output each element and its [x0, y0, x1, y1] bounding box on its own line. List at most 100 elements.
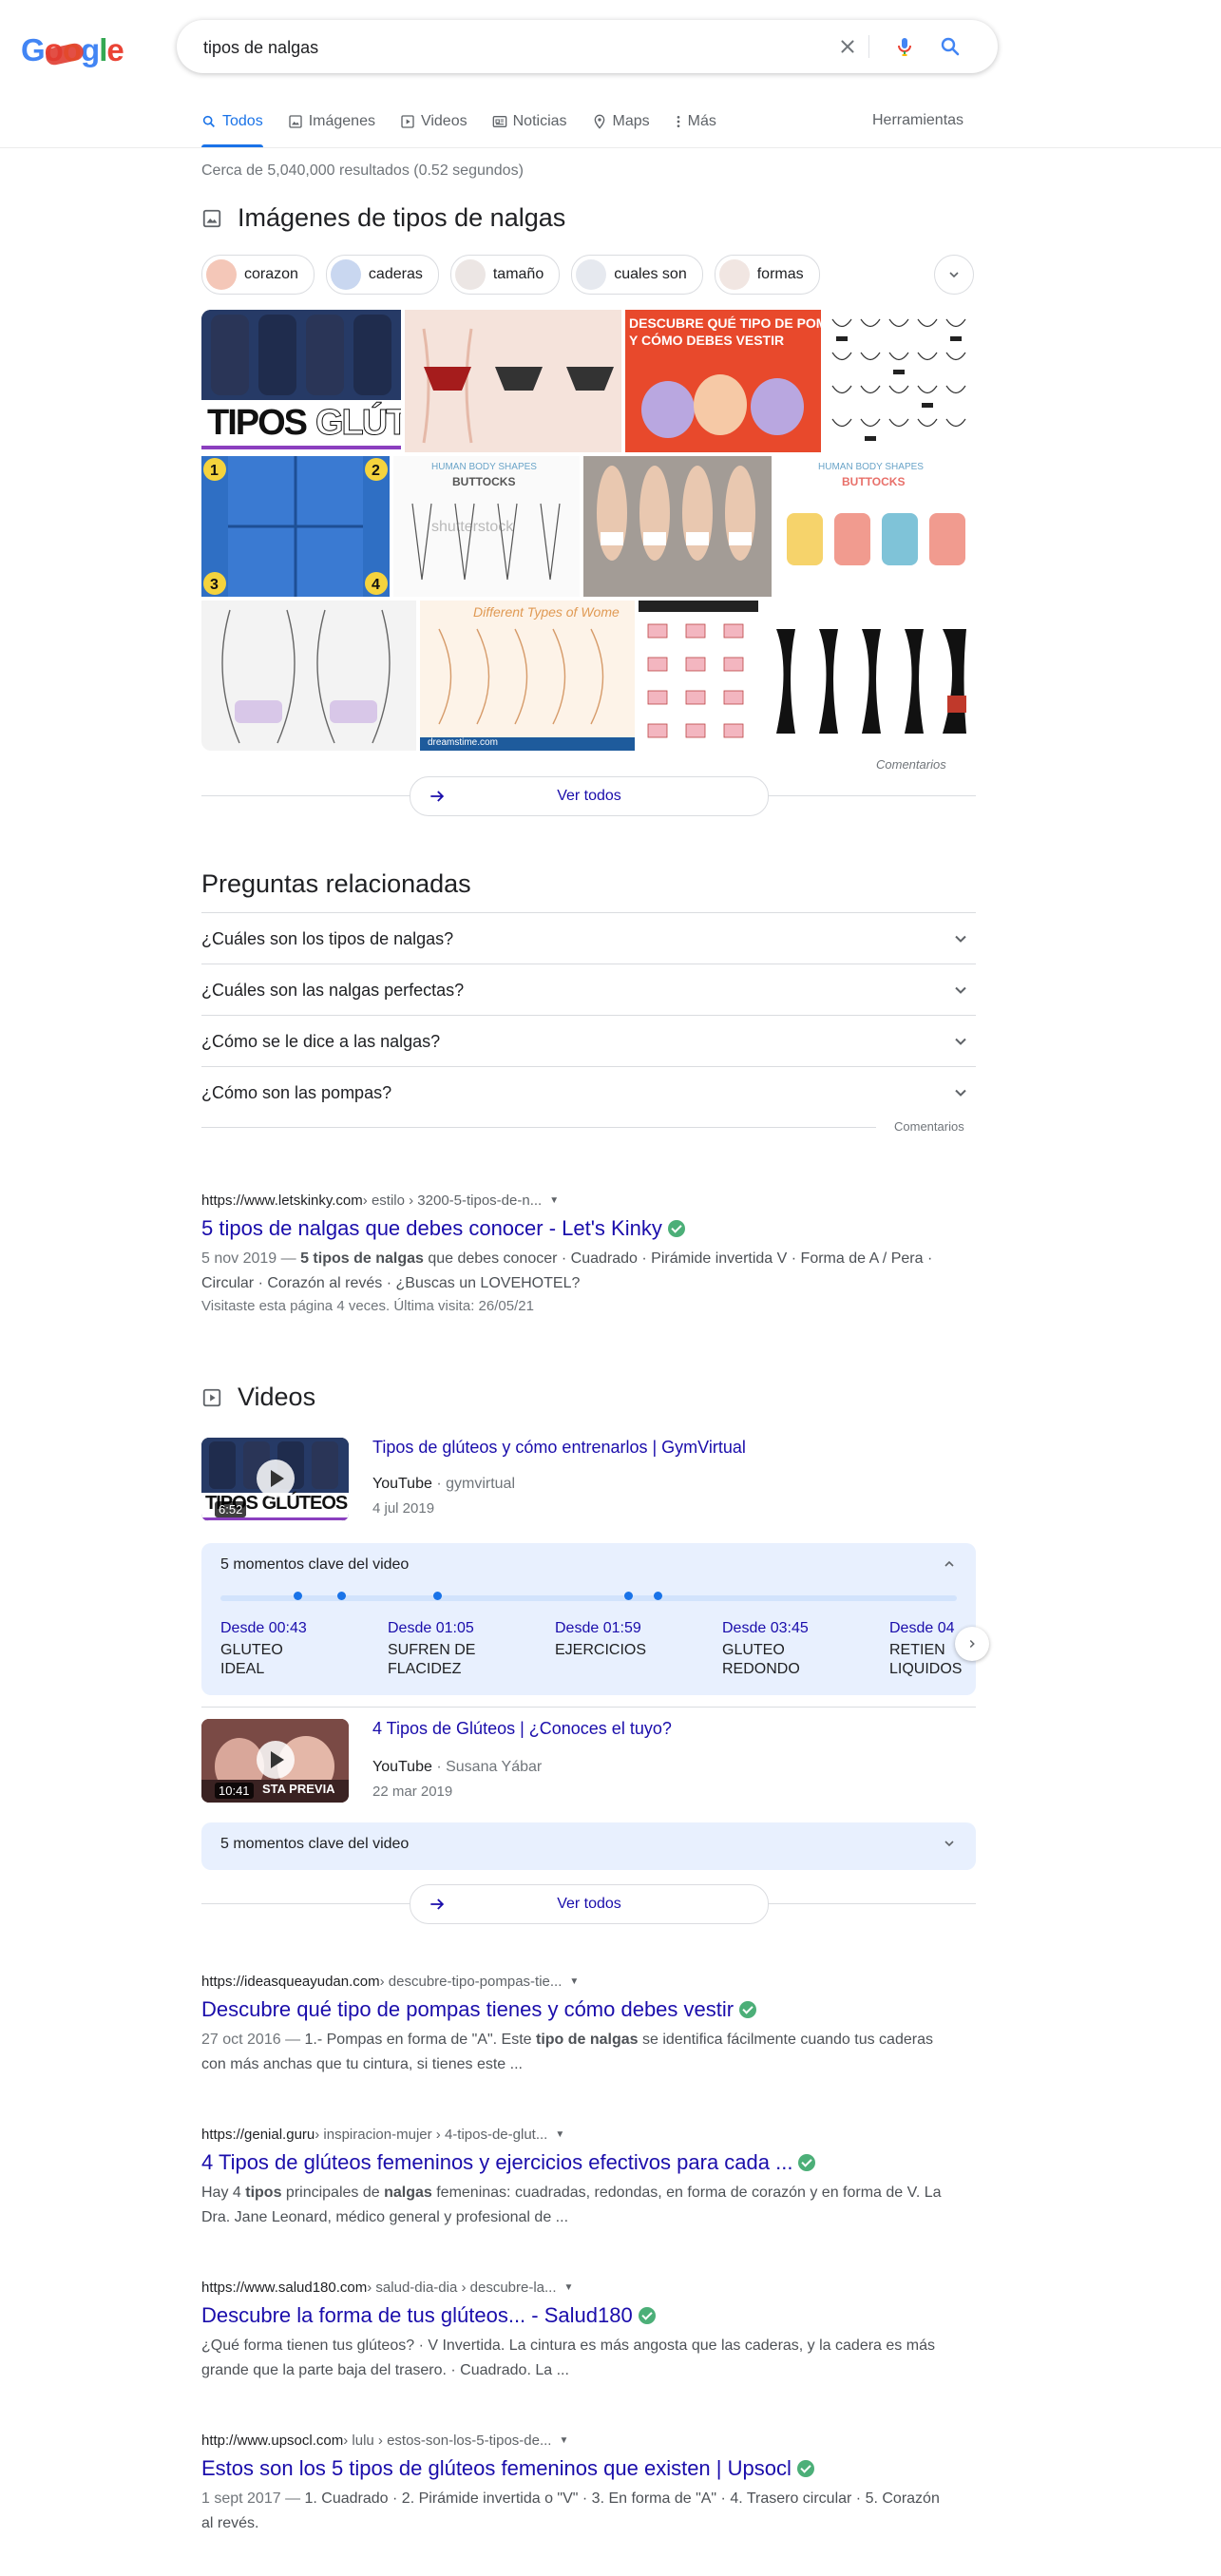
- snippet-text: 1.- Pompas en forma de "A". Este: [304, 2032, 536, 2048]
- paa-question[interactable]: ¿Cómo son las pompas?: [201, 1066, 976, 1118]
- close-icon[interactable]: [834, 33, 861, 60]
- key-moment[interactable]: Desde 01:05 SUFREN DE FLACIDEZ: [388, 1620, 540, 1679]
- button-label: Ver todos: [557, 788, 621, 804]
- see-all-images-button[interactable]: Ver todos: [410, 776, 769, 816]
- image-result[interactable]: DESCUBRE QUÉ TIPO DE POMPAS TI Y CÓMO DE…: [625, 310, 821, 452]
- moments-next-button[interactable]: [955, 1627, 989, 1661]
- result-url[interactable]: https://genial.guru › inspiracion-mujer …: [201, 2127, 943, 2143]
- result-snippet: 27 oct 2016 — 1.- Pompas en forma de "A"…: [201, 2028, 943, 2077]
- snippet-bold: nalgas: [384, 2185, 432, 2201]
- chip-caderas[interactable]: caderas: [325, 255, 439, 295]
- moment-desc: SUFREN DE FLACIDEZ: [388, 1642, 476, 1677]
- video-title-link[interactable]: 4 Tipos de Glúteos | ¿Conoces el tuyo?: [372, 1719, 672, 1739]
- result-path: › lulu › estos-son-los-5-tipos-de...: [343, 2433, 552, 2449]
- image-result[interactable]: [583, 456, 772, 597]
- key-moments-panel[interactable]: 5 momentos clave del video: [201, 1822, 976, 1870]
- watermark: shutterstock: [431, 519, 514, 535]
- timeline-marker[interactable]: [337, 1592, 346, 1600]
- image-chips: corazon caderas tamaño cuales son formas: [201, 255, 831, 295]
- search-result: https://www.salud180.com › salud-dia-dia…: [201, 2280, 943, 2383]
- image-result[interactable]: [825, 310, 976, 452]
- result-title-link[interactable]: Descubre qué tipo de pompas tienes y cóm…: [201, 1997, 943, 2022]
- caret-down-icon[interactable]: ▼: [569, 1976, 579, 1987]
- chip-formas[interactable]: formas: [714, 255, 820, 295]
- caret-down-icon[interactable]: ▼: [564, 2282, 574, 2293]
- chevron-down-icon: [955, 1089, 966, 1097]
- search-icon: [202, 115, 215, 127]
- video-date: 22 mar 2019: [372, 1784, 453, 1800]
- result-title-link[interactable]: Estos son los 5 tipos de glúteos femenin…: [201, 2456, 943, 2481]
- paa-question[interactable]: ¿Cómo se le dice a las nalgas?: [201, 1015, 976, 1067]
- result-url[interactable]: https://www.letskinky.com › estilo › 320…: [201, 1193, 943, 1209]
- image-result[interactable]: [201, 601, 416, 751]
- feedback-link[interactable]: Comentarios: [876, 757, 946, 772]
- result-url[interactable]: http://www.upsocl.com › lulu › estos-son…: [201, 2433, 943, 2449]
- mic-icon[interactable]: [891, 33, 918, 60]
- image-result[interactable]: [639, 601, 758, 751]
- key-moment[interactable]: Desde 03:45 GLUTEO REDONDO: [722, 1620, 874, 1679]
- result-url[interactable]: https://ideasqueayudan.com › descubre-ti…: [201, 1974, 943, 1990]
- result-stats: Cerca de 5,040,000 resultados (0.52 segu…: [201, 162, 524, 179]
- video-source: YouTube · Susana Yábar: [372, 1759, 542, 1776]
- result-title-link[interactable]: 4 Tipos de glúteos femeninos y ejercicio…: [201, 2150, 943, 2175]
- chevron-right-icon: [969, 1639, 975, 1649]
- image-result[interactable]: HUMAN BODY SHAPES BUTTOCKS: [775, 456, 976, 597]
- result-path: › descubre-tipo-pompas-tie...: [379, 1974, 563, 1990]
- key-moment[interactable]: Desde 00:43 GLUTEO IDEAL: [220, 1620, 372, 1679]
- timeline-marker[interactable]: [433, 1592, 442, 1600]
- timeline-marker[interactable]: [294, 1592, 302, 1600]
- timeline-marker[interactable]: [624, 1592, 633, 1600]
- video-title-link[interactable]: Tipos de glúteos y cómo entrenarlos | Gy…: [372, 1438, 746, 1458]
- image-result[interactable]: 1 2 3 4: [201, 456, 390, 597]
- caret-down-icon[interactable]: ▼: [555, 2129, 564, 2140]
- chip-tamano[interactable]: tamaño: [449, 255, 561, 295]
- caret-down-icon[interactable]: ▼: [559, 2435, 568, 2446]
- caret-down-icon[interactable]: ▼: [549, 1195, 559, 1206]
- chips-scroll-button[interactable]: [934, 255, 974, 295]
- tab-todos[interactable]: Todos: [201, 103, 263, 147]
- video-result: STA PREVIA 10:41 4 Tipos de Glúteos | ¿C…: [201, 1719, 976, 1814]
- result-url[interactable]: https://www.salud180.com › salud-dia-dia…: [201, 2280, 943, 2296]
- tab-mas[interactable]: Más: [675, 103, 716, 141]
- image-result[interactable]: TIPOS GLÚT: [201, 310, 401, 452]
- arrow-right-icon: [430, 1899, 445, 1910]
- section-title-text[interactable]: Videos: [238, 1383, 315, 1412]
- chip-corazon[interactable]: corazon: [201, 255, 315, 295]
- key-moments-header[interactable]: 5 momentos clave del video: [220, 1556, 409, 1574]
- question-text: ¿Cómo son las pompas?: [201, 1082, 392, 1102]
- key-moment[interactable]: Desde 01:59 EJERCICIOS: [555, 1620, 707, 1660]
- tab-maps[interactable]: Maps: [592, 103, 650, 141]
- paa-question[interactable]: ¿Cuáles son las nalgas perfectas?: [201, 964, 976, 1016]
- timeline-marker[interactable]: [654, 1592, 662, 1600]
- image-jeans: 1 2 3 4: [203, 456, 388, 597]
- image-result[interactable]: [405, 310, 621, 452]
- image-illustration: [776, 629, 966, 734]
- chip-label: tamaño: [492, 266, 544, 282]
- tools-button[interactable]: Herramientas: [872, 112, 963, 129]
- result-domain: http://www.upsocl.com: [201, 2433, 344, 2449]
- image-illustration: [831, 318, 966, 441]
- feedback-link[interactable]: Comentarios: [894, 1119, 964, 1134]
- search-input[interactable]: [201, 20, 813, 75]
- image-result[interactable]: [762, 601, 976, 751]
- images-section-title: Imágenes de tipos de nalgas: [201, 203, 565, 233]
- section-title-text[interactable]: Imágenes de tipos de nalgas: [238, 203, 565, 233]
- image-result[interactable]: Different Types of Wome dreamstime.com: [420, 601, 635, 751]
- chip-thumbnail: [454, 259, 486, 290]
- video-thumbnail[interactable]: STA PREVIA 10:41: [201, 1719, 349, 1803]
- video-thumbnail[interactable]: TIPOS GLÚTEOS 6:52: [201, 1438, 349, 1521]
- chip-cuales-son[interactable]: cuales son: [571, 255, 703, 295]
- chip-label: cuales son: [614, 266, 687, 282]
- search-icon[interactable]: [937, 33, 963, 60]
- tab-noticias[interactable]: Noticias: [492, 103, 567, 141]
- image-result[interactable]: HUMAN BODY SHAPES BUTTOCKS shutterstock: [393, 456, 580, 597]
- result-title-link[interactable]: 5 tipos de nalgas que debes conocer - Le…: [201, 1216, 943, 1241]
- chevron-up-icon[interactable]: [942, 1556, 957, 1572]
- snippet-text: principales de: [281, 2185, 385, 2201]
- tab-imagenes[interactable]: Imágenes: [288, 103, 375, 141]
- svg-text:3: 3: [210, 577, 219, 593]
- paa-question[interactable]: ¿Cuáles son los tipos de nalgas?: [201, 912, 976, 964]
- tab-videos[interactable]: Videos: [400, 103, 467, 141]
- result-title-link[interactable]: Descubre la forma de tus glúteos... - Sa…: [201, 2303, 943, 2328]
- see-all-videos-button[interactable]: Ver todos: [410, 1884, 769, 1924]
